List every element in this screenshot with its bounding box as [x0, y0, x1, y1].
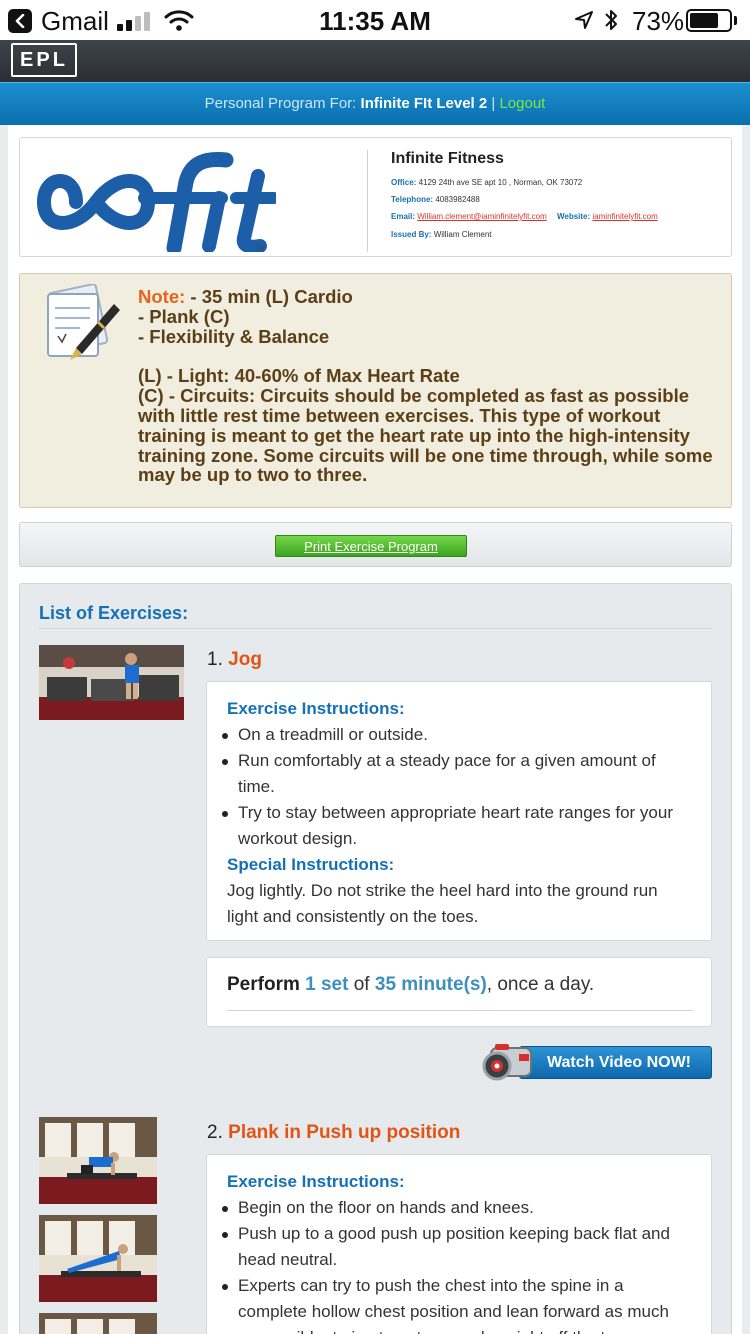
issued-value: William Clement	[433, 230, 492, 239]
exercise-1-instructions-heading: Exercise Instructions:	[227, 699, 405, 718]
print-bar: Print Exercise Program	[19, 522, 732, 567]
exercise-2-title: 2. Plank in Push up position	[207, 1122, 460, 1144]
email-label: Email:	[391, 212, 416, 221]
card-divider	[367, 150, 368, 252]
exercise-2-thumbnail-2[interactable]	[39, 1215, 157, 1302]
note-line-1: - 35 min (L) Cardio	[185, 286, 353, 307]
perform-frequency: , once a day.	[486, 974, 595, 995]
telephone-label: Telephone:	[391, 195, 434, 204]
contact-row: Email: William.clement@iaminfinitelyfit.…	[391, 212, 658, 221]
company-name: Infinite Fitness	[391, 150, 504, 167]
note-spacer	[138, 346, 718, 366]
infinite-fit-logo: TM	[36, 152, 276, 252]
telephone-row: Telephone: 4083982488	[391, 195, 480, 204]
app-header: EPL	[0, 40, 750, 82]
exercise-1-thumbnail[interactable]	[39, 645, 184, 720]
company-card: TM Infinite Fitness Office: 4129 24th av…	[19, 137, 732, 257]
office-address: 4129 24th ave SE apt 10 , Norman, OK 730…	[418, 178, 583, 187]
telephone-value[interactable]: 4083982488	[435, 195, 480, 204]
exercise-1-instructions-box: Exercise Instructions: On a treadmill or…	[206, 681, 712, 941]
trademark-mark: TM	[256, 246, 265, 252]
note-text: Note: - 35 min (L) Cardio - Plank (C) - …	[138, 287, 718, 485]
battery-icon	[686, 9, 732, 32]
program-name: Infinite FIt Level 2	[360, 95, 488, 112]
perform-label: Perform	[227, 974, 300, 995]
website-link[interactable]: iaminfinitelyfit.com	[592, 212, 657, 221]
epl-logo[interactable]: EPL	[11, 43, 77, 77]
note-line-2: - Plank (C)	[138, 305, 230, 327]
perform-sets: 1 set	[305, 974, 349, 995]
perform-underline	[227, 1010, 693, 1011]
list-divider	[39, 628, 712, 629]
status-bar: Gmail 11:35 AM 73%	[0, 0, 750, 40]
video-camera-icon[interactable]	[481, 1040, 539, 1086]
issued-row: Issued By: William Clement	[391, 230, 492, 239]
location-arrow-icon	[574, 10, 594, 35]
note-pen-icon	[47, 284, 120, 360]
website-label: Website:	[556, 212, 591, 221]
note-label: Note:	[138, 286, 186, 307]
separator: |	[491, 95, 496, 112]
battery-tip	[734, 16, 737, 25]
print-exercise-program-button[interactable]: Print Exercise Program	[275, 535, 467, 557]
exercise-2-instructions-heading: Exercise Instructions:	[227, 1172, 405, 1191]
instruction-item: On a treadmill or outside.	[222, 722, 691, 748]
instruction-item: Run comfortably at a steady pace for a g…	[222, 748, 691, 800]
perform-duration: 35 minute(s)	[374, 974, 487, 995]
note-line-5: (C) - Circuits: Circuits should be compl…	[138, 385, 713, 486]
instruction-item: Begin on the floor on hands and knees.	[222, 1195, 691, 1221]
exercise-2-instructions-box: Exercise Instructions: Begin on the floo…	[206, 1154, 712, 1334]
program-bar: Personal Program For: Infinite FIt Level…	[0, 82, 750, 125]
note-line-3: - Flexibility & Balance	[138, 325, 330, 347]
email-link[interactable]: William.clement@iaminfinitelyfit.com	[417, 212, 546, 221]
exercise-2-instructions-list: Begin on the floor on hands and knees. P…	[222, 1195, 691, 1334]
logout-link[interactable]: Logout	[499, 95, 545, 112]
exercise-1-name[interactable]: Jog	[228, 649, 262, 670]
exercise-1-number: 1.	[207, 649, 223, 670]
exercise-1-title: 1. Jog	[207, 649, 262, 671]
perform-of: of	[353, 974, 370, 995]
battery-percent: 73%	[632, 6, 685, 36]
note-line-4: (L) - Light: 40-60% of Max Heart Rate	[138, 365, 460, 387]
battery-level-fill	[690, 13, 718, 28]
exercise-1-instructions-list: On a treadmill or outside. Run comfortab…	[222, 722, 691, 852]
exercise-2-thumbnail-1[interactable]	[39, 1117, 157, 1204]
exercise-2-thumbnail-3[interactable]	[39, 1313, 157, 1334]
instruction-item: Push up to a good push up position keepi…	[222, 1221, 691, 1273]
exercise-1-perform-box: Perform 1 set of 35 minute(s), once a da…	[206, 957, 712, 1027]
watch-video-button[interactable]: Watch Video NOW!	[519, 1046, 712, 1079]
exercise-1-special-text: Jog lightly. Do not strike the heel hard…	[227, 881, 658, 926]
note-box: Note: - 35 min (L) Cardio - Plank (C) - …	[19, 273, 732, 508]
office-label: Office:	[391, 178, 417, 187]
bluetooth-icon	[603, 8, 619, 37]
office-row: Office: 4129 24th ave SE apt 10 , Norman…	[391, 178, 582, 187]
exercise-1-perform-text: Perform 1 set of 35 minute(s), once a da…	[227, 974, 691, 996]
instruction-item: Experts can try to push the chest into t…	[222, 1273, 691, 1334]
exercise-2-number: 2.	[207, 1122, 223, 1143]
list-title: List of Exercises:	[39, 603, 189, 623]
exercise-2-name[interactable]: Plank in Push up position	[228, 1122, 460, 1143]
instruction-item: Try to stay between appropriate heart ra…	[222, 800, 691, 852]
program-prefix: Personal Program For:	[204, 95, 357, 112]
issued-label: Issued By:	[391, 230, 432, 239]
exercise-1-special-heading: Special Instructions:	[227, 855, 395, 874]
